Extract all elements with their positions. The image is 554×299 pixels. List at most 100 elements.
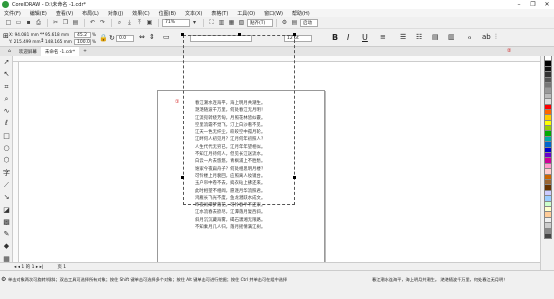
polygon-tool-icon[interactable]: ⬡	[0, 154, 13, 166]
menu-help[interactable]: 帮助(H)	[292, 10, 310, 17]
columns-icon[interactable]: ▥	[448, 33, 455, 41]
crop-tool-icon[interactable]: ⌗	[0, 81, 13, 93]
grid-icon[interactable]: ▦	[227, 18, 236, 27]
text-selection-frame[interactable]	[183, 35, 295, 205]
menu-effects[interactable]: 效果(C)	[132, 10, 149, 17]
transparency-tool-icon[interactable]: ▩	[0, 216, 13, 228]
zoom-tool-icon[interactable]: ⌕	[0, 93, 13, 105]
eyedropper-icon[interactable]: ✎	[0, 228, 13, 240]
options-gear-icon[interactable]: ⚙	[280, 18, 289, 27]
height-field[interactable]: 148.165 mm	[45, 39, 72, 44]
page-navigation-controls[interactable]: ◂ ◂ 1 的 1 ▸ ▸|	[14, 264, 43, 270]
tab-document[interactable]: 未命名 -1.cdr*	[40, 47, 80, 56]
launch-icon[interactable]: ▤	[290, 18, 299, 27]
menu-bitmaps[interactable]: 位图(B)	[159, 10, 176, 17]
rectangle-tool-icon[interactable]: □	[0, 130, 13, 142]
bold-icon[interactable]: B	[332, 33, 338, 42]
bullet-list-icon[interactable]: ☰	[400, 33, 406, 41]
print-icon[interactable]: ⎙	[34, 18, 43, 27]
menu-text[interactable]: 文本(X)	[185, 10, 202, 17]
redo-icon[interactable]: ↷	[98, 18, 107, 27]
add-tab-icon[interactable]: +	[79, 47, 91, 56]
selection-handle[interactable]	[238, 33, 241, 36]
scale-y-unit: %	[92, 39, 96, 44]
freehand-tool-icon[interactable]: ∿	[0, 105, 13, 117]
new-document-icon[interactable]: □	[4, 18, 13, 27]
menu-file[interactable]: 文件(F)	[4, 10, 21, 17]
rotation-angle-field[interactable]: 0.0	[116, 35, 134, 42]
x-position-field[interactable]: X: 94.081 mm	[9, 32, 39, 37]
text-properties-icon[interactable]: ▤	[432, 33, 439, 41]
title-bar: CorelDRAW - D:\未命名 -1.cdr* – ❐ ✕	[0, 0, 554, 9]
shape-tool-icon[interactable]: ↖	[0, 68, 13, 80]
maximize-button[interactable]: ❐	[526, 0, 540, 9]
rotation-icon: ↻	[109, 34, 115, 42]
minimize-button[interactable]: –	[512, 0, 526, 9]
export-icon[interactable]: ⤒	[135, 18, 144, 27]
parallel-dimension-icon[interactable]: ⟋	[0, 179, 13, 191]
selection-handle[interactable]	[181, 176, 184, 179]
palette-swatch[interactable]	[544, 233, 552, 240]
mirror-vertical-icon[interactable]: ⇕	[149, 33, 155, 41]
status-hint: 单击对象两次可旋转/倾斜；双击工具可选择所有对象；按住 Shift 键单击可选择…	[8, 277, 288, 282]
import-icon[interactable]: ⤓	[125, 18, 134, 27]
scale-y-field[interactable]: 100.0	[74, 39, 91, 45]
italic-icon[interactable]: I	[347, 33, 349, 42]
guidelines-icon[interactable]: ▧	[237, 18, 246, 27]
rulers-icon[interactable]: ▥	[217, 18, 226, 27]
selection-handle[interactable]	[181, 33, 184, 36]
menu-tools[interactable]: 工具(O)	[237, 10, 255, 17]
tab-welcome[interactable]: 欢迎屏幕	[15, 47, 41, 56]
width-field[interactable]: 95.618 mm	[45, 32, 69, 37]
launch-select[interactable]: 启动	[300, 18, 318, 27]
menu-object[interactable]: 对象(J)	[108, 10, 123, 17]
page-tab[interactable]: 页 1	[57, 264, 66, 270]
home-icon[interactable]: ⌂	[4, 47, 15, 56]
menu-table[interactable]: 表格(T)	[211, 10, 228, 17]
full-screen-icon[interactable]: ⛶	[207, 18, 216, 27]
ellipse-tool-icon[interactable]: ○	[0, 142, 13, 154]
open-icon[interactable]: ▭	[14, 18, 23, 27]
menu-window[interactable]: 窗口(W)	[264, 10, 283, 17]
snap-to-select[interactable]: 贴齐(T)	[247, 18, 273, 27]
drop-shadow-icon[interactable]: ◪	[0, 204, 13, 216]
width-icon: ↔	[40, 31, 45, 37]
interactive-fill-icon[interactable]: ◆	[0, 240, 13, 252]
artistic-media-icon[interactable]: ℓ	[0, 117, 13, 129]
y-position-field[interactable]: Y: 215.499 mm	[9, 39, 41, 44]
menu-bar: 文件(F) 编辑(E) 查看(V) 布局(L) 对象(J) 效果(C) 位图(B…	[0, 9, 554, 17]
menu-edit[interactable]: 编辑(E)	[30, 10, 47, 17]
status-gear-icon[interactable]: ⚙	[1, 276, 6, 283]
cut-icon[interactable]: ✂	[51, 18, 60, 27]
window-title: CorelDRAW - D:\未命名 -1.cdr*	[12, 2, 87, 8]
undo-icon[interactable]: ↶	[88, 18, 97, 27]
search-icon[interactable]: ⌕	[115, 18, 124, 27]
connector-tool-icon[interactable]: ↘	[0, 191, 13, 203]
status-text-preview: 春江潮水连海平，海上明月共潮生。 滟滟随波千万里，何处春江无月明！	[372, 277, 508, 282]
text-tool-icon[interactable]: 字	[0, 167, 13, 179]
drop-cap-icon[interactable]: ☷	[416, 33, 422, 41]
underline-icon[interactable]: U	[362, 33, 368, 42]
align-left-icon[interactable]: ≡	[380, 33, 386, 41]
menu-view[interactable]: 查看(V)	[56, 10, 73, 17]
edit-text-icon[interactable]: ℴ	[468, 33, 471, 41]
position-origin-icon: ⊞	[3, 32, 9, 40]
mirror-horizontal-icon[interactable]: ⇔	[139, 33, 145, 41]
menu-layout[interactable]: 布局(L)	[82, 10, 99, 17]
selection-handle[interactable]	[293, 176, 296, 179]
annotation-marker-1: ①	[175, 99, 180, 105]
paste-icon[interactable]: ▤	[71, 18, 80, 27]
zoom-dropdown-icon[interactable]: ▾	[190, 18, 199, 27]
close-button[interactable]: ✕	[540, 0, 554, 9]
copy-icon[interactable]: ❐	[61, 18, 70, 27]
pick-tool-icon[interactable]: ➚	[0, 56, 13, 68]
text-vertical-icon[interactable]: ⫶	[495, 33, 497, 42]
zoom-level-select[interactable]: 71%	[162, 18, 190, 27]
selection-handle[interactable]	[293, 33, 296, 36]
text-frame-icon[interactable]: ▭	[163, 33, 170, 41]
publish-pdf-icon[interactable]: ▣	[145, 18, 154, 27]
save-icon[interactable]: ▪	[24, 18, 33, 27]
scale-x-field[interactable]: 45.2	[74, 32, 91, 38]
lock-ratio-icon[interactable]: 🔒	[99, 34, 108, 42]
text-horizontal-icon[interactable]: ab	[482, 33, 491, 41]
